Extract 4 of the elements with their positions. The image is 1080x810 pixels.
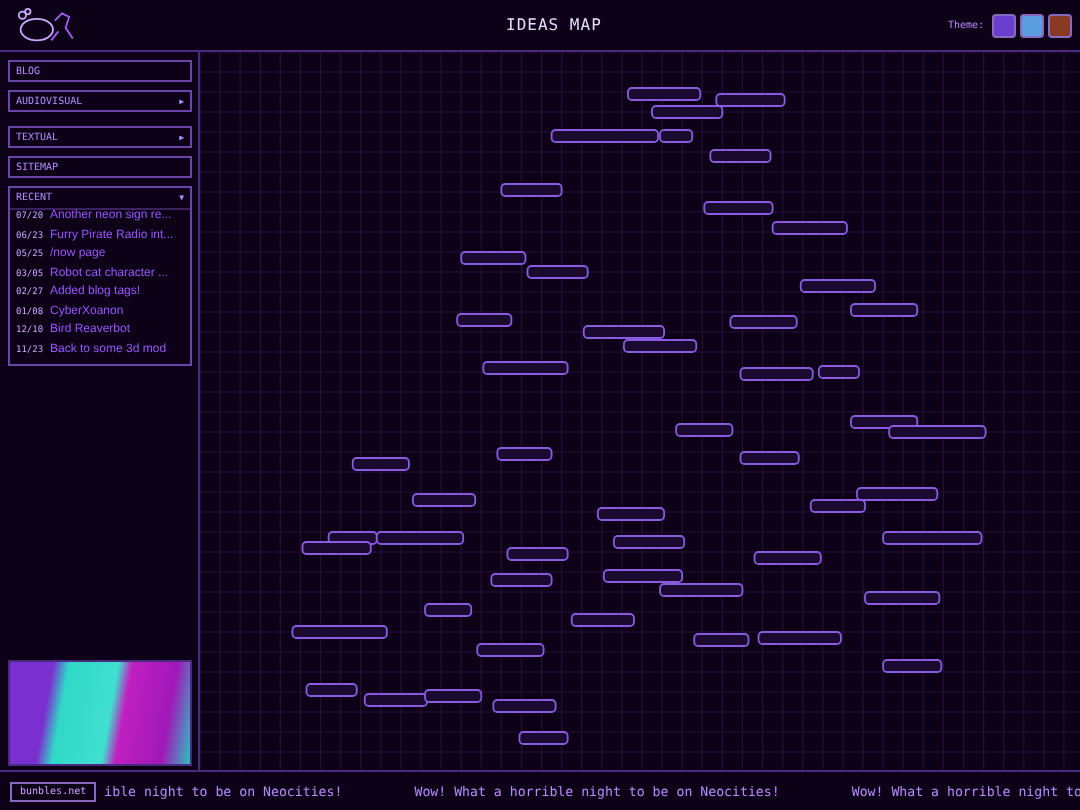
- theme-swatch-button[interactable]: [1048, 13, 1072, 37]
- theme-swatch-button[interactable]: [1020, 13, 1044, 37]
- theme-swatch-button[interactable]: [992, 13, 1016, 37]
- page-title: IDEAS MAP: [504, 16, 604, 34]
